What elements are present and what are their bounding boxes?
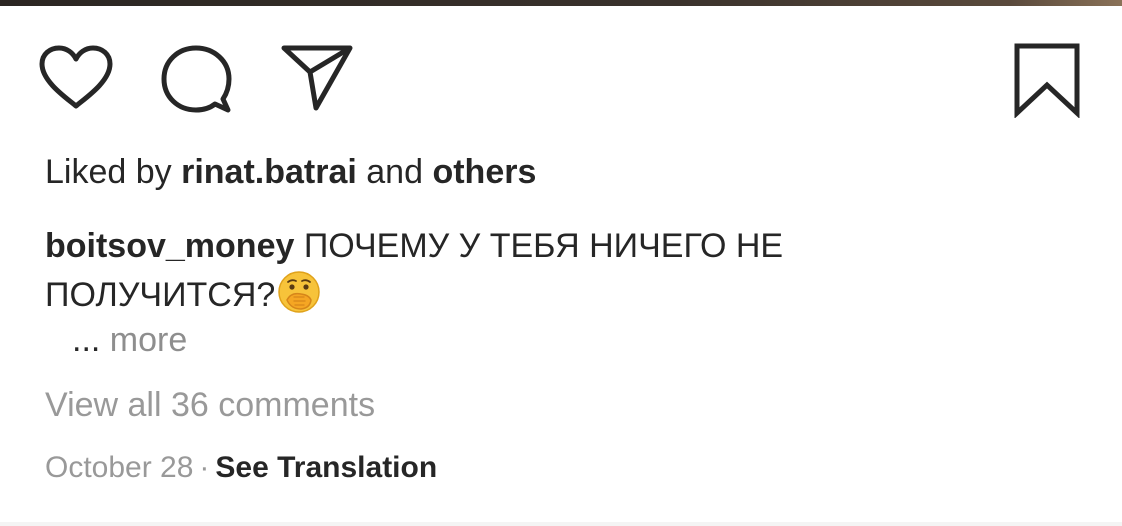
see-translation-link[interactable]: See Translation [215, 451, 437, 484]
more-label: more [109, 321, 188, 359]
caption-text-line-2: ПОЛУЧИТСЯ? [45, 276, 276, 314]
post-meta: October 28 · See Translation [45, 448, 437, 488]
caption-more-link[interactable]: ... more [72, 320, 187, 360]
meta-separator: · [199, 451, 210, 484]
bottom-divider [0, 522, 1122, 526]
more-dots: ... [72, 321, 101, 359]
likes-conjunction: and [366, 153, 423, 191]
post-caption: boitsov_money ПОЧЕМУ У ТЕБЯ НИЧЕГО НЕ ПО… [45, 222, 1045, 318]
post-date: October 28 [45, 451, 194, 484]
bookmark-icon[interactable] [1012, 42, 1082, 118]
paper-plane-icon[interactable] [280, 42, 356, 114]
comment-bubble-icon[interactable] [160, 44, 232, 116]
caption-text-line-1: ПОЧЕМУ У ТЕБЯ НИЧЕГО НЕ [303, 227, 784, 265]
heart-icon[interactable] [38, 44, 114, 112]
post-action-bar [0, 30, 1122, 120]
liker-username-link[interactable]: rinat.batrai [181, 153, 357, 191]
likes-summary: Liked by rinat.batrai and others [45, 152, 536, 192]
face-with-hand-over-mouth-emoji-icon [277, 270, 321, 314]
caption-username-link[interactable]: boitsov_money [45, 227, 294, 265]
likes-others-link[interactable]: others [432, 153, 536, 191]
likes-prefix: Liked by [45, 153, 172, 191]
post-image-edge [0, 0, 1122, 6]
view-all-comments-link[interactable]: View all 36 comments [45, 385, 375, 425]
